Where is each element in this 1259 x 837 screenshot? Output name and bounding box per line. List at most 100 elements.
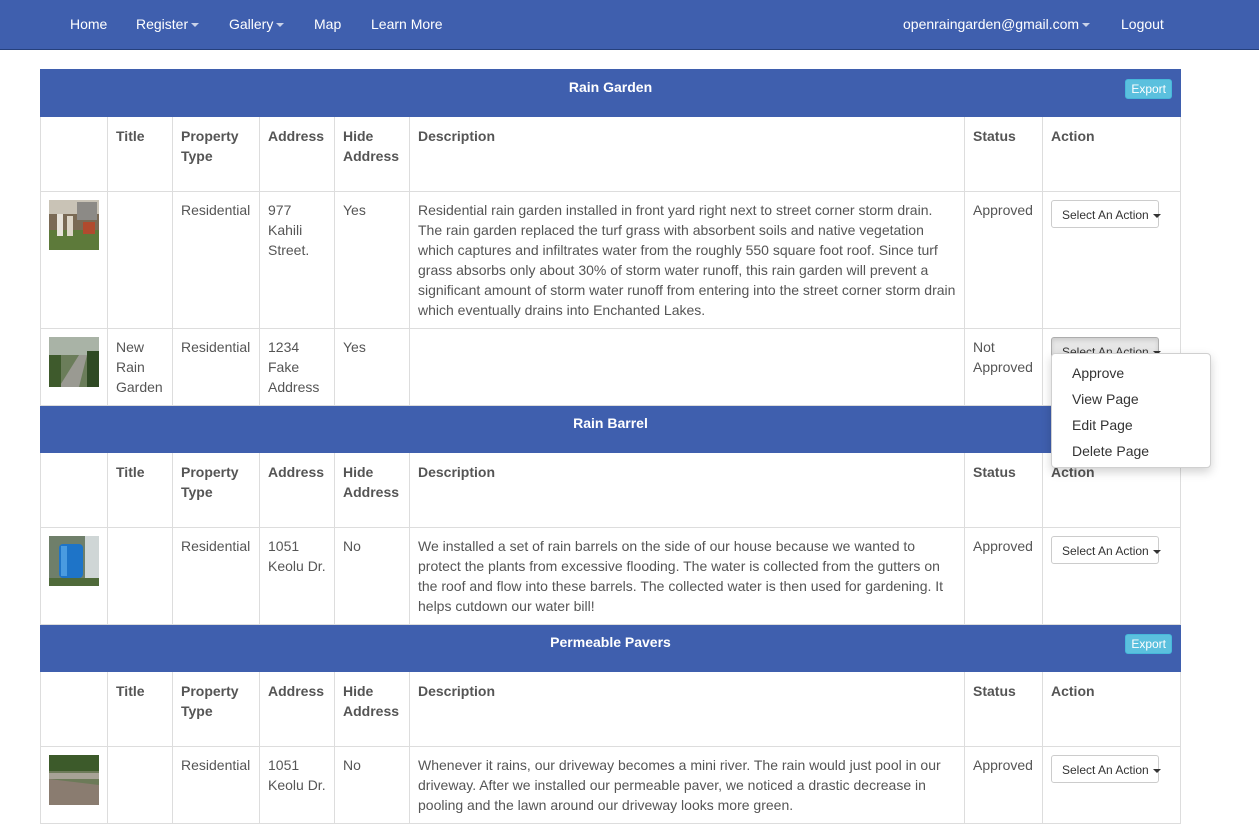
table-header-row: Title Property Type Address Hide Address D… (40, 116, 1181, 192)
thumbnail-cell (40, 746, 108, 824)
hide-address-cell: Yes (334, 191, 410, 329)
status-cell: Approved (964, 746, 1043, 824)
section-title: Rain Barrel (573, 415, 648, 431)
header-text: Property (181, 683, 239, 699)
nav-gallery-label: Gallery (229, 16, 274, 32)
action-cell: Select An Action (1042, 527, 1181, 625)
address-cell: 1234 Fake Address (259, 328, 335, 406)
header-text: Hide (343, 683, 374, 699)
action-dropdown-menu: Approve View Page Edit Page Delete Page (1051, 353, 1211, 468)
title-cell (107, 746, 173, 824)
col-hide-address-header: Hide Address (334, 452, 410, 528)
header-text: Type (181, 148, 213, 164)
section-title: Rain Garden (568, 79, 653, 95)
nav-home-link[interactable]: Home (70, 0, 107, 49)
col-property-type-header: Property Type (172, 116, 260, 192)
col-title-header: Title (107, 671, 173, 747)
view-page-menu-item[interactable]: View Page (1072, 386, 1139, 412)
title-cell: New Rain Garden (107, 328, 173, 406)
description-cell: Whenever it rains, our driveway becomes … (409, 746, 965, 824)
col-address-header: Address (259, 671, 335, 747)
col-description-header: Description (409, 452, 965, 528)
delete-page-menu-item[interactable]: Delete Page (1072, 438, 1149, 464)
thumbnail-image[interactable] (49, 755, 99, 805)
col-image-header (40, 671, 108, 747)
table-row: Residential 1051 Keolu Dr. No Whenever i… (40, 746, 1181, 824)
select-action-label: Select An Action (1062, 544, 1149, 558)
col-property-type-header: Property Type (172, 452, 260, 528)
action-cell: Select An Action (1042, 746, 1181, 824)
select-action-button[interactable]: Select An Action (1051, 200, 1161, 228)
nav-gallery-dropdown[interactable]: Gallery (229, 0, 285, 49)
header-text: Property (181, 128, 239, 144)
select-action-label: Select An Action (1062, 763, 1149, 777)
col-title-header: Title (107, 116, 173, 192)
nav-register-dropdown[interactable]: Register (136, 0, 200, 49)
section-header-permeable-pavers: Permeable Pavers Export (40, 624, 1181, 672)
address-cell: 1051 Keolu Dr. (259, 746, 335, 824)
export-button[interactable]: Export (1125, 634, 1172, 654)
chevron-down-icon (1152, 213, 1161, 218)
nav-register-label: Register (136, 16, 189, 32)
col-status-header: Status (964, 452, 1043, 528)
col-status-header: Status (964, 671, 1043, 747)
select-action-button[interactable]: Select An Action (1051, 536, 1161, 564)
chevron-down-icon (276, 23, 285, 28)
hide-address-cell: No (334, 746, 410, 824)
col-description-header: Description (409, 116, 965, 192)
description-cell: Residential rain garden installed in fro… (409, 191, 965, 329)
title-cell (107, 527, 173, 625)
thumbnail-image[interactable] (49, 536, 99, 586)
header-text: Address (343, 484, 400, 500)
header-text: Hide (343, 128, 374, 144)
thumbnail-cell (40, 191, 108, 329)
action-cell: Select An Action (1042, 191, 1181, 329)
approve-menu-item[interactable]: Approve (1072, 360, 1124, 386)
hide-address-cell: No (334, 527, 410, 625)
thumbnail-image[interactable] (49, 200, 99, 250)
col-description-header: Description (409, 671, 965, 747)
thumbnail-image[interactable] (49, 337, 99, 387)
nav-logout-link[interactable]: Logout (1121, 0, 1164, 49)
chevron-down-icon (1082, 23, 1091, 28)
header-text: Type (181, 484, 213, 500)
nav-user-email: openraingarden@gmail.com (903, 16, 1080, 32)
description-cell (409, 328, 965, 406)
property-type-cell: Residential (172, 746, 260, 824)
status-cell: Not Approved (964, 328, 1043, 406)
table-row: Residential 977 Kahili Street. Yes Resid… (40, 191, 1181, 329)
chevron-down-icon (1152, 549, 1161, 554)
thumbnail-cell (40, 328, 108, 406)
col-hide-address-header: Hide Address (334, 116, 410, 192)
section-header-rain-garden: Rain Garden Export (40, 69, 1181, 117)
col-image-header (40, 116, 108, 192)
col-action-header: Action (1042, 671, 1181, 747)
header-text: Type (181, 703, 213, 719)
status-cell: Approved (964, 527, 1043, 625)
select-action-label: Select An Action (1062, 208, 1149, 222)
top-navbar: Home Register Gallery Map Learn More ope… (0, 0, 1259, 50)
nav-user-dropdown[interactable]: openraingarden@gmail.com (903, 0, 1091, 49)
table-header-row: Title Property Type Address Hide Address D… (40, 452, 1181, 528)
address-cell: 977 Kahili Street. (259, 191, 335, 329)
col-address-header: Address (259, 116, 335, 192)
chevron-down-icon (191, 23, 200, 28)
col-property-type-header: Property Type (172, 671, 260, 747)
section-header-rain-barrel: Rain Barrel (40, 405, 1181, 453)
chevron-down-icon (1152, 768, 1161, 773)
table-row: New Rain Garden Residential 1234 Fake Ad… (40, 328, 1181, 406)
col-hide-address-header: Hide Address (334, 671, 410, 747)
property-type-cell: Residential (172, 328, 260, 406)
nav-learn-more-link[interactable]: Learn More (371, 0, 443, 49)
header-text: Hide (343, 464, 374, 480)
export-button[interactable]: Export (1125, 79, 1172, 99)
col-action-header: Action (1042, 116, 1181, 192)
status-cell: Approved (964, 191, 1043, 329)
edit-page-menu-item[interactable]: Edit Page (1072, 412, 1133, 438)
nav-map-link[interactable]: Map (314, 0, 341, 49)
select-action-button[interactable]: Select An Action (1051, 755, 1161, 783)
description-cell: We installed a set of rain barrels on th… (409, 527, 965, 625)
header-text: Address (343, 703, 400, 719)
address-cell: 1051 Keolu Dr. (259, 527, 335, 625)
property-type-cell: Residential (172, 527, 260, 625)
